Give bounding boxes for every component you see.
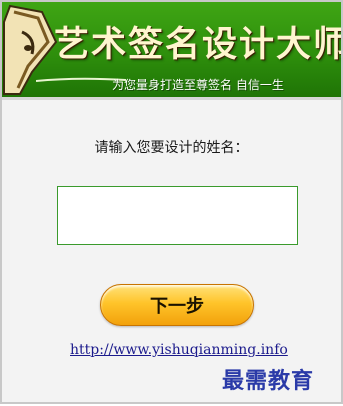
- watermark-text: 最需教育: [222, 368, 315, 394]
- header-banner: 艺术签名设计大师 为您量身打造至尊签名 自信一生: [2, 2, 341, 97]
- name-prompt-label: 请输入您要设计的姓名：: [94, 140, 249, 156]
- next-button[interactable]: 下一步: [100, 284, 254, 326]
- name-input[interactable]: [57, 186, 298, 245]
- app-title: 艺术签名设计大师: [54, 24, 341, 65]
- app-window: 艺术签名设计大师 为您量身打造至尊签名 自信一生 请输入您要设计的姓名： 下一步…: [0, 0, 343, 404]
- banner-divider: [2, 97, 341, 100]
- website-link[interactable]: http://www.yishuqianming.info: [70, 342, 288, 358]
- app-subtitle: 为您量身打造至尊签名 自信一生: [112, 78, 284, 92]
